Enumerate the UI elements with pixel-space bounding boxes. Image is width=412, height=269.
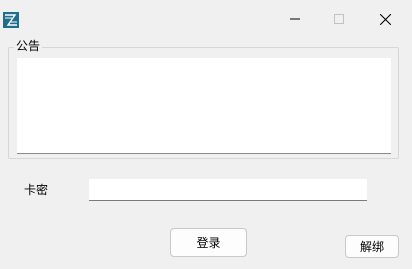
card-key-input[interactable] [89,179,367,201]
app-window: 公告 卡密 登录 解绑 [0,0,412,269]
minimize-button[interactable] [274,6,316,32]
maximize-icon [334,14,344,24]
maximize-button[interactable] [318,6,360,32]
close-icon [379,13,391,25]
notice-textbox[interactable] [17,58,391,154]
title-bar[interactable] [0,0,412,38]
minimize-icon [290,14,300,24]
app-logo-icon [3,12,19,28]
close-button[interactable] [364,6,406,32]
unbind-button[interactable]: 解绑 [345,235,399,258]
notice-label: 公告 [14,38,43,54]
login-button[interactable]: 登录 [170,228,247,257]
card-key-label: 卡密 [24,183,49,197]
